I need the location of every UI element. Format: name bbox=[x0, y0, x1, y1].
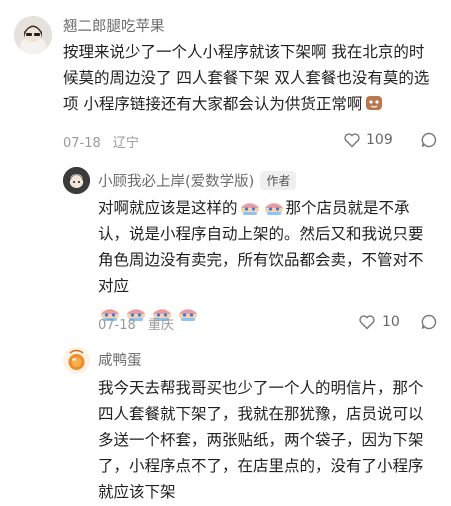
user-avatar-icon bbox=[14, 16, 52, 54]
crying-emoji-icon bbox=[239, 198, 261, 216]
comment-meta: 07-18 辽宁 bbox=[63, 132, 147, 151]
author-badge: 作者 bbox=[260, 171, 297, 190]
comment-location: 辽宁 bbox=[112, 136, 139, 151]
reply-button[interactable] bbox=[420, 313, 438, 331]
like-button[interactable]: 10 bbox=[358, 313, 400, 331]
user-avatar-icon bbox=[63, 347, 90, 374]
comment-location: 重庆 bbox=[147, 318, 174, 333]
comment-text: 对啊就应该是这样的 那个店员就是不承认，说是小程序自动上架的。然后又和我说只要角色… bbox=[98, 195, 438, 327]
comment-text: 按理来说少了一个人小程序就该下架啊 我在北京的时候莫的周边没了 四人套餐下架 双… bbox=[63, 39, 435, 117]
crying-emoji-icon bbox=[263, 198, 285, 216]
reply-button[interactable] bbox=[420, 131, 438, 149]
heart-icon bbox=[359, 315, 375, 330]
avatar[interactable] bbox=[63, 347, 90, 374]
comment-date: 07-18 bbox=[98, 318, 136, 333]
heart-icon bbox=[344, 133, 360, 148]
avatar[interactable] bbox=[63, 167, 90, 194]
comment-author[interactable]: 翘二郎腿吃苹果 bbox=[63, 15, 165, 36]
comment-text-content: 我今天去帮我哥买也少了一个人的明信片，那个四人套餐就下架了，我就在那犹豫，店员说… bbox=[98, 379, 424, 501]
money-bag-emoji-icon bbox=[363, 94, 385, 112]
like-count: 10 bbox=[382, 314, 400, 330]
author-name[interactable]: 小顾我必上岸(爱数学版) bbox=[98, 174, 254, 190]
like-count: 109 bbox=[366, 132, 393, 148]
comment-text-content: 对啊就应该是这样的 bbox=[98, 199, 238, 217]
comment-text: 我今天去帮我哥买也少了一个人的明信片，那个四人套餐就下架了，我就在那犹豫，店员说… bbox=[98, 375, 438, 505]
comment-meta: 07-18 重庆 bbox=[98, 314, 182, 333]
avatar[interactable] bbox=[14, 16, 52, 54]
comment-icon bbox=[421, 132, 437, 148]
comment-icon bbox=[421, 314, 437, 330]
comment-date: 07-18 bbox=[63, 136, 101, 151]
like-button[interactable]: 109 bbox=[343, 131, 393, 149]
comment-author[interactable]: 咸鸭蛋 bbox=[98, 349, 142, 370]
comment-author[interactable]: 小顾我必上岸(爱数学版) 作者 bbox=[98, 170, 297, 191]
user-avatar-icon bbox=[63, 167, 90, 194]
